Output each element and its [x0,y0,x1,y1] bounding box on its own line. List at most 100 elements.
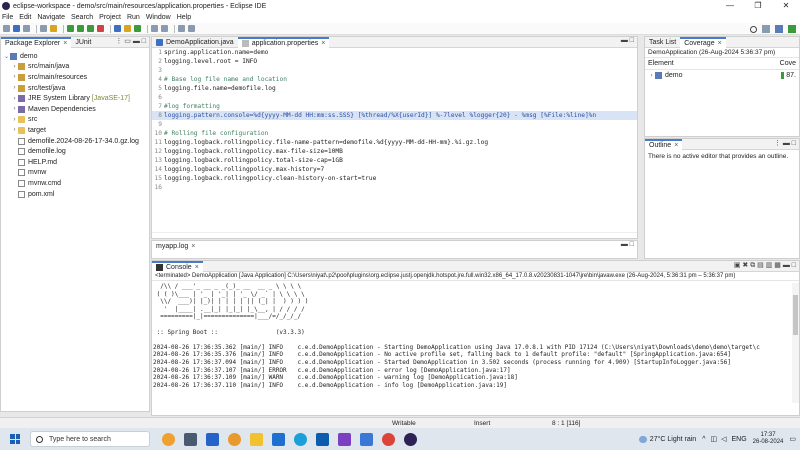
close-icon[interactable]: × [63,38,67,49]
code-line[interactable]: 10 # Rolling file configuration [152,129,637,138]
save-icon[interactable] [13,25,20,32]
chevron-icon[interactable]: › [11,96,18,102]
back-icon[interactable] [178,25,185,32]
tree-item[interactable]: mvnw.cmd [3,178,147,189]
tab-package-explorer[interactable]: Package Explorer × [1,36,72,49]
code-line[interactable]: 2 logging.level.root = INFO [152,57,637,66]
menu-file[interactable]: File [2,14,13,21]
language-indicator[interactable]: ENG [732,436,747,443]
chevron-right-icon[interactable]: › [648,73,655,79]
menu-project[interactable]: Project [99,14,121,21]
desktop-icon[interactable] [206,432,219,446]
tree-item[interactable]: › src [3,115,147,126]
chevron-icon[interactable]: › [11,127,18,133]
panel-controls[interactable]: ⋮ ▬ □ [774,139,796,147]
tree-item[interactable]: › target [3,125,147,136]
code-line[interactable]: 14 logging.logback.rollingpolicy.max-hist… [152,165,637,174]
weather-icon[interactable] [638,435,647,443]
windows-start-icon[interactable] [10,434,20,444]
menu-search[interactable]: Search [71,14,93,21]
java-perspective-icon[interactable] [775,25,783,33]
code-line[interactable]: 3 [152,66,637,75]
tree-item[interactable]: demofile.log [3,146,147,157]
menu-edit[interactable]: Edit [19,14,31,21]
chevron-icon[interactable]: › [11,64,18,70]
tree-item[interactable]: › JRE System Library [JavaSE-17] [3,93,147,104]
tab-outline[interactable]: Outline × [645,138,683,150]
forward-icon[interactable] [188,25,195,32]
file-explorer-icon[interactable] [250,432,263,446]
tab-application-properties[interactable]: application.properties × [237,36,330,49]
tab-coverage[interactable]: Coverage × [680,36,726,49]
vscode-icon[interactable] [360,432,373,446]
maximize-button[interactable]: ❐ [744,0,772,12]
store-icon[interactable] [316,432,329,446]
terminal-icon[interactable] [40,25,47,32]
tab-myapp-log[interactable]: myapp.log × [152,241,199,252]
tab-demoapplication-java[interactable]: DemoApplication.java [152,37,238,48]
widgets-icon[interactable] [162,432,175,446]
column-coverage[interactable]: Cove [780,60,796,67]
search-toolbar-icon[interactable] [161,25,168,32]
menu-window[interactable]: Window [146,14,171,21]
mail-icon[interactable] [272,432,285,446]
code-line[interactable]: 9 [152,120,637,129]
horizontal-scrollbar[interactable] [152,232,637,238]
task-view-icon[interactable] [184,432,197,446]
menu-run[interactable]: Run [127,14,140,21]
open-perspective-icon[interactable] [762,25,770,33]
new-class-icon[interactable] [134,25,141,32]
coverage-icon[interactable] [87,25,94,32]
code-line[interactable]: 8 logging.pattern.console=%d{yyyy-MM-dd H… [152,111,637,120]
tree-item[interactable]: › src/test/java [3,83,147,94]
run-icon[interactable] [77,25,84,32]
open-type-icon[interactable] [151,25,158,32]
taskbar-search[interactable]: Type here to search [30,431,150,447]
code-line[interactable]: 5 logging.file.name=demofile.log [152,84,637,93]
save-all-icon[interactable] [23,25,30,32]
edge-icon[interactable] [294,432,307,446]
external-tools-icon[interactable] [97,25,104,32]
tab-console[interactable]: Console × [152,260,203,273]
code-line[interactable]: 16 [152,183,637,192]
tree-item[interactable]: › Maven Dependencies [3,104,147,115]
code-line[interactable]: 1 spring.application.name=demo [152,48,637,57]
console-toolbar[interactable]: ▣ ✖ ⧉ ▤ ▥ ▦ ▬ □ [734,261,796,270]
tree-item[interactable]: ⌄ demo [3,51,147,62]
close-icon[interactable]: × [321,38,325,49]
editor-controls[interactable]: ▬ □ [621,37,634,44]
tree-item[interactable]: mvnw [3,168,147,179]
coverage-row[interactable]: › demo 87. [645,70,799,81]
close-icon[interactable]: × [191,241,195,252]
close-icon[interactable]: × [195,262,199,273]
debug-icon[interactable] [67,25,74,32]
new-icon[interactable] [3,25,10,32]
vertical-scrollbar[interactable] [792,283,799,403]
chevron-icon[interactable]: › [11,74,18,80]
eclipse-taskbar-icon[interactable] [404,432,417,446]
chevron-icon[interactable]: › [11,106,18,112]
code-line[interactable]: 7 #log formatting [152,102,637,111]
tree-item[interactable]: › src/main/resources [3,72,147,83]
close-button[interactable]: ✕ [772,0,800,12]
code-line[interactable]: 4 # Base log file name and location [152,75,637,84]
close-icon[interactable]: × [718,38,722,49]
code-area[interactable]: 1 spring.application.name=demo 2 logging.le… [152,48,637,192]
chrome-like-icon[interactable] [228,432,241,446]
build-icon[interactable] [50,25,57,32]
panel-controls[interactable]: ▬ □ [621,241,634,248]
console-output[interactable]: /\\ / ___'_ __ _ _(_)_ __ __ _ \ \ \ \ (… [152,281,799,391]
code-line[interactable]: 11 logging.logback.rollingpolicy.file-nam… [152,138,637,147]
column-element[interactable]: Element [648,60,674,67]
code-line[interactable]: 12 logging.logback.rollingpolicy.max-file… [152,147,637,156]
code-line[interactable]: 13 logging.logback.rollingpolicy.total-si… [152,156,637,165]
chevron-icon[interactable]: › [11,85,18,91]
tree-item[interactable]: › src/main/java [3,62,147,73]
debug-perspective-icon[interactable] [788,25,796,33]
weather-text[interactable]: 27°C Light rain [650,436,696,443]
clock[interactable]: 17:37 26-08-2024 [753,432,784,446]
tree-item[interactable]: HELP.md [3,157,147,168]
menu-navigate[interactable]: Navigate [37,14,65,21]
notification-icon[interactable]: ▭ [789,435,796,443]
code-line[interactable]: 6 [152,93,637,102]
